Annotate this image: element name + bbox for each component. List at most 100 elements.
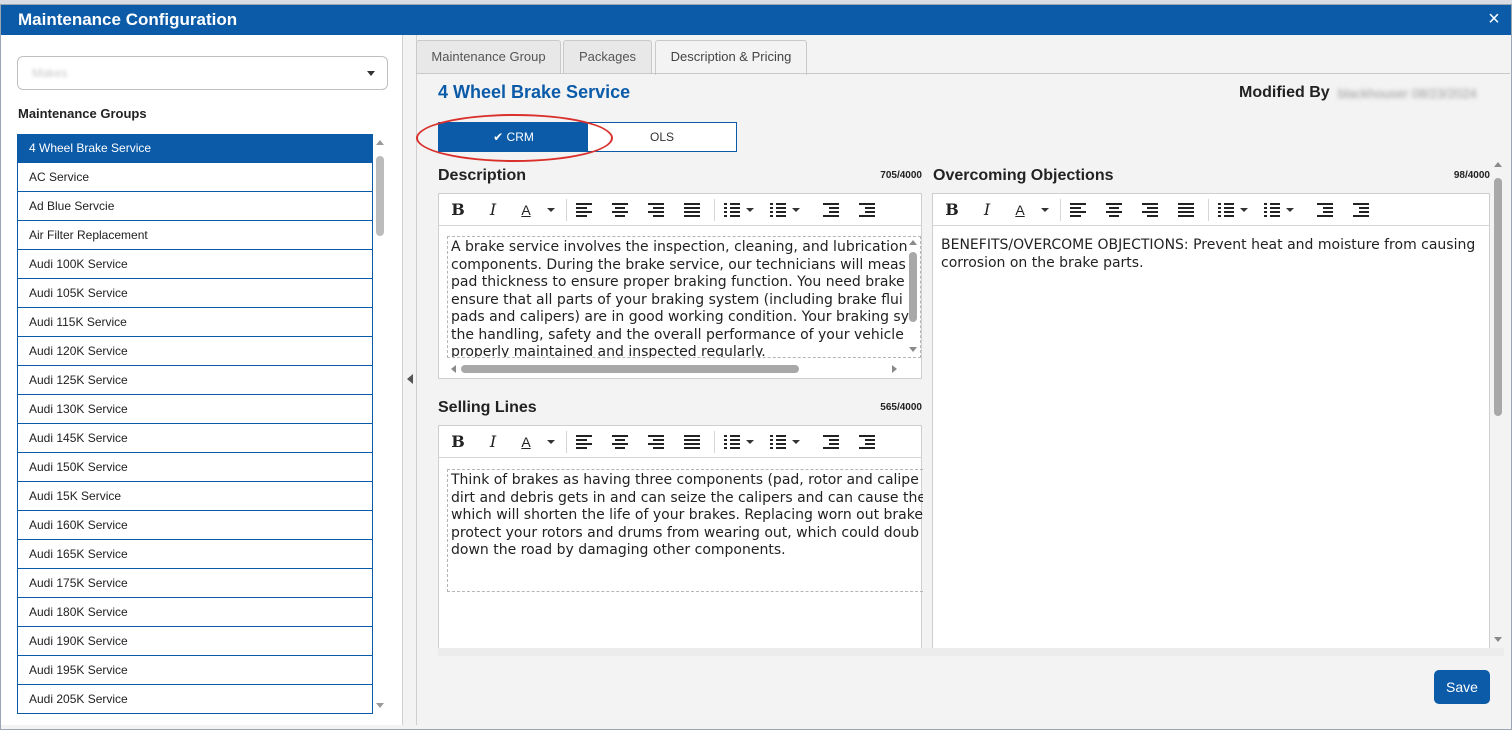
chevron-down-icon[interactable] <box>1286 208 1294 212</box>
chevron-down-icon[interactable] <box>547 208 555 212</box>
scroll-right-icon[interactable] <box>892 365 897 373</box>
justify-icon[interactable] <box>684 203 700 217</box>
list-item[interactable]: Audi 125K Service <box>18 366 372 395</box>
list-item[interactable]: Audi 190K Service <box>18 627 372 656</box>
numbered-list-icon[interactable] <box>770 203 786 217</box>
scroll-thumb[interactable] <box>376 156 384 236</box>
scroll-down-icon[interactable] <box>1494 637 1502 642</box>
outdent-icon[interactable] <box>823 203 839 217</box>
align-right-icon[interactable] <box>1142 203 1158 217</box>
outdent-icon[interactable] <box>1317 203 1333 217</box>
collapse-left-icon[interactable] <box>407 374 413 384</box>
list-item[interactable]: Audi 150K Service <box>18 453 372 482</box>
description-textarea[interactable]: A brake service involves the inspection,… <box>447 236 921 358</box>
bold-icon[interactable]: B <box>449 201 467 219</box>
text-line: the handling, safety and the overall per… <box>451 326 904 343</box>
scroll-down-icon[interactable] <box>376 703 384 708</box>
panel-vscroll[interactable] <box>1492 158 1504 646</box>
align-center-icon[interactable] <box>1106 203 1122 217</box>
font-color-icon[interactable]: A <box>517 433 535 451</box>
tab-description-pricing[interactable]: Description & Pricing <box>655 40 807 75</box>
indent-icon[interactable] <box>1353 203 1369 217</box>
indent-icon[interactable] <box>859 435 875 449</box>
scroll-left-icon[interactable] <box>451 365 456 373</box>
chevron-down-icon[interactable] <box>746 208 754 212</box>
tab-maintenance-group[interactable]: Maintenance Group <box>416 40 561 74</box>
chevron-down-icon[interactable] <box>746 440 754 444</box>
scroll-thumb[interactable] <box>909 252 917 322</box>
chevron-down-icon[interactable] <box>792 440 800 444</box>
bullet-list-icon[interactable] <box>724 435 740 449</box>
toolbar-separator <box>714 199 715 221</box>
bullet-list-icon[interactable] <box>724 203 740 217</box>
description-hscroll[interactable] <box>447 363 901 375</box>
list-item[interactable]: 4 Wheel Brake Service <box>18 134 372 163</box>
align-left-icon[interactable] <box>576 435 592 449</box>
align-left-icon[interactable] <box>1070 203 1086 217</box>
numbered-list-icon[interactable] <box>770 435 786 449</box>
scroll-up-icon[interactable] <box>1494 162 1502 167</box>
list-item[interactable]: Audi 180K Service <box>18 598 372 627</box>
font-color-icon[interactable]: A <box>517 201 535 219</box>
chevron-down-icon[interactable] <box>1240 208 1248 212</box>
align-left-icon[interactable] <box>576 203 592 217</box>
chevron-down-icon[interactable] <box>1041 208 1049 212</box>
bold-icon[interactable]: B <box>449 433 467 451</box>
scroll-down-icon[interactable] <box>909 347 917 352</box>
numbered-list-icon[interactable] <box>1264 203 1280 217</box>
justify-icon[interactable] <box>684 435 700 449</box>
description-counter: 705/4000 <box>880 170 922 181</box>
scroll-up-icon[interactable] <box>376 140 384 145</box>
chevron-down-icon[interactable] <box>547 440 555 444</box>
chevron-down-icon <box>367 71 375 76</box>
list-item[interactable]: Audi 15K Service <box>18 482 372 511</box>
font-color-icon[interactable]: A <box>1011 201 1029 219</box>
objections-textarea[interactable]: BENEFITS/OVERCOME OBJECTIONS: Prevent he… <box>941 237 1481 637</box>
outdent-icon[interactable] <box>823 435 839 449</box>
selling-lines-textarea[interactable]: Think of brakes as having three componen… <box>447 469 923 592</box>
panel-bottom-bar <box>438 648 1504 656</box>
scroll-up-icon[interactable] <box>909 240 917 245</box>
list-item[interactable]: AC Service <box>18 163 372 192</box>
tab-packages[interactable]: Packages <box>563 40 652 74</box>
make-select[interactable]: Makes <box>17 56 388 90</box>
list-item[interactable]: Audi 205K Service <box>18 685 372 714</box>
list-item[interactable]: Audi 120K Service <box>18 337 372 366</box>
list-item[interactable]: Audi 160K Service <box>18 511 372 540</box>
list-item[interactable]: Audi 105K Service <box>18 279 372 308</box>
list-item[interactable]: Audi 115K Service <box>18 308 372 337</box>
save-button[interactable]: Save <box>1434 670 1490 704</box>
list-item[interactable]: Ad Blue Servcie <box>18 192 372 221</box>
list-item[interactable]: Audi 100K Service <box>18 250 372 279</box>
selling-lines-counter: 565/4000 <box>880 402 922 413</box>
align-right-icon[interactable] <box>648 203 664 217</box>
text-line: A brake service involves the inspection,… <box>451 239 908 255</box>
text-line: properly maintained and inspected regula… <box>451 344 766 358</box>
bullet-list-icon[interactable] <box>1218 203 1234 217</box>
list-item[interactable]: Audi 130K Service <box>18 395 372 424</box>
italic-icon[interactable]: I <box>484 433 502 451</box>
list-item[interactable]: Audi 145K Service <box>18 424 372 453</box>
chevron-down-icon[interactable] <box>792 208 800 212</box>
description-vscroll[interactable] <box>907 236 919 356</box>
close-icon[interactable]: × <box>1483 8 1505 30</box>
scroll-thumb[interactable] <box>461 365 799 373</box>
overcoming-objections-label: Overcoming Objections <box>933 167 1114 184</box>
list-item[interactable]: Audi 165K Service <box>18 540 372 569</box>
text-line: pads and calipers) are in good working c… <box>451 309 910 325</box>
scroll-thumb[interactable] <box>1494 178 1502 416</box>
indent-icon[interactable] <box>859 203 875 217</box>
bold-icon[interactable]: B <box>943 201 961 219</box>
justify-icon[interactable] <box>1178 203 1194 217</box>
align-center-icon[interactable] <box>612 435 628 449</box>
list-item[interactable]: Air Filter Replacement <box>18 221 372 250</box>
panel-splitter[interactable] <box>403 35 417 725</box>
align-center-icon[interactable] <box>612 203 628 217</box>
italic-icon[interactable]: I <box>978 201 996 219</box>
align-right-icon[interactable] <box>648 435 664 449</box>
red-annotation-ellipse <box>416 114 613 162</box>
list-item[interactable]: Audi 175K Service <box>18 569 372 598</box>
italic-icon[interactable]: I <box>484 201 502 219</box>
groups-scrollbar[interactable] <box>374 134 387 714</box>
list-item[interactable]: Audi 195K Service <box>18 656 372 685</box>
